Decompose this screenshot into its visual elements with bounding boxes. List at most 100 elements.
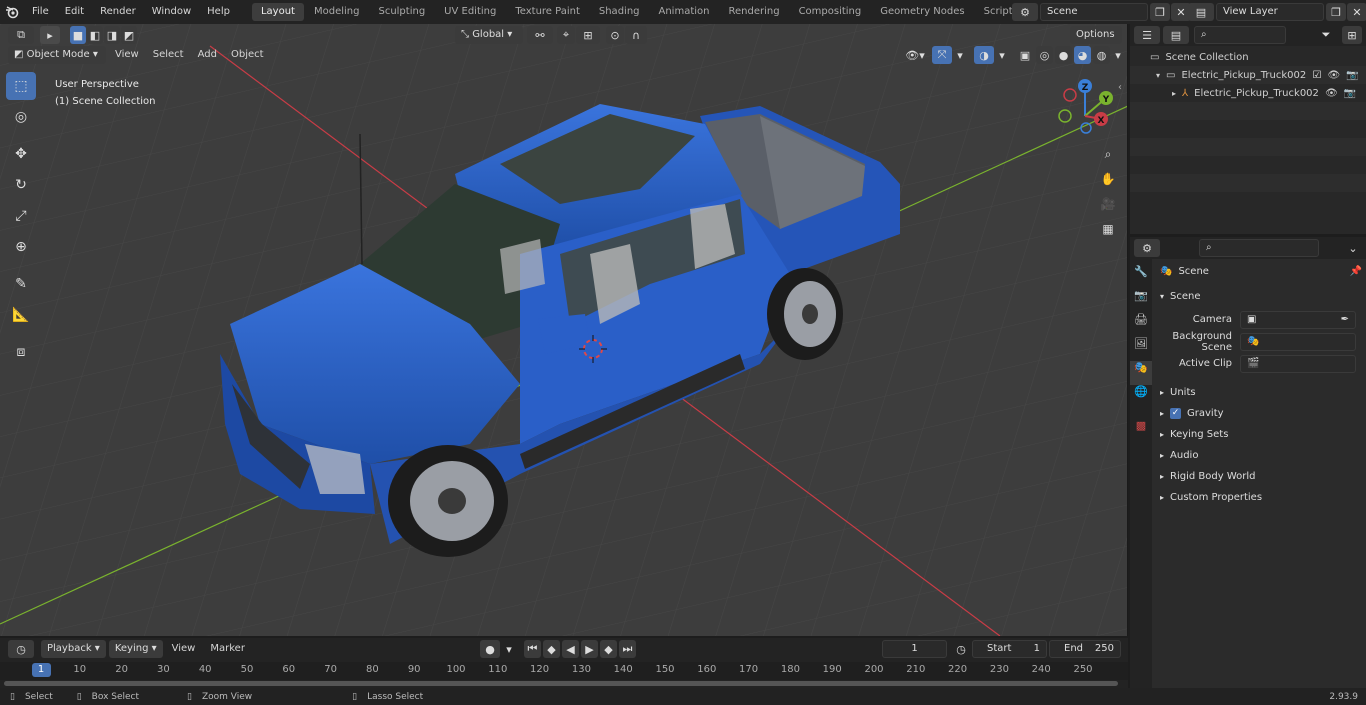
select-mode-intersect-icon[interactable]: ◩ xyxy=(121,26,137,44)
scene-icon[interactable]: ⚙ xyxy=(1012,3,1038,21)
expand-arrow-icon[interactable]: ▾ xyxy=(1156,71,1160,80)
rigid-body-expand-icon[interactable]: ▸ xyxy=(1160,472,1164,481)
gravity-panel-header[interactable]: ▸ ✓ Gravity xyxy=(1154,403,1362,424)
camera-field[interactable]: ▣ ✒ xyxy=(1240,310,1356,329)
tab-modeling[interactable]: Modeling xyxy=(305,3,369,21)
menu-edit[interactable]: Edit xyxy=(57,0,92,24)
select-box-tool-icon[interactable]: ⬚ xyxy=(6,72,36,100)
gravity-expand-icon[interactable]: ▸ xyxy=(1160,409,1164,418)
audio-panel-header[interactable]: ▸ Audio xyxy=(1154,445,1362,466)
menu-render[interactable]: Render xyxy=(92,0,144,24)
preview-range-icon[interactable]: ◷ xyxy=(952,640,970,658)
select-tool-icon[interactable]: ▸ xyxy=(40,26,60,44)
annotate-tool-icon[interactable]: ✎ xyxy=(6,270,36,298)
camera-view-icon[interactable]: 🎥 xyxy=(1096,192,1120,216)
texture-tab-icon[interactable]: ▩ xyxy=(1130,419,1152,443)
tab-shading[interactable]: Shading xyxy=(590,3,649,21)
rigid-body-panel-header[interactable]: ▸ Rigid Body World xyxy=(1154,466,1362,487)
properties-options-icon[interactable]: ⌄ xyxy=(1344,239,1362,257)
material-preview-icon[interactable]: ◕ xyxy=(1074,46,1091,64)
scene-panel-expand-icon[interactable]: ▾ xyxy=(1160,292,1164,301)
jump-start-icon[interactable]: ⏮ xyxy=(524,640,541,658)
properties-search-input[interactable]: ⌕ xyxy=(1199,239,1319,257)
viewport-menu-object[interactable]: Object xyxy=(226,46,269,64)
scene-tab-icon[interactable]: 🎭 xyxy=(1130,361,1152,385)
menu-file[interactable]: File xyxy=(24,0,57,24)
jump-end-icon[interactable]: ⏭ xyxy=(619,640,636,658)
background-scene-field[interactable]: 🎭 xyxy=(1240,332,1356,351)
record-icon[interactable]: ● xyxy=(480,640,500,658)
view-layer-tab-icon[interactable]: 🖼 xyxy=(1130,337,1152,361)
timeline-editor-icon[interactable]: ◷ xyxy=(8,640,34,658)
collapse-arrow-icon[interactable]: ▸ xyxy=(1172,89,1176,98)
viewport-menu-add[interactable]: Add xyxy=(193,46,222,64)
select-mode-new-icon[interactable]: ■ xyxy=(70,26,86,44)
object-hide-eye-icon[interactable]: 👁 xyxy=(1325,88,1338,99)
start-frame-field[interactable]: Start 1 xyxy=(972,640,1047,658)
xray-toggle-icon[interactable]: ▣ xyxy=(1016,46,1034,64)
scene-panel-header[interactable]: ▾ Scene xyxy=(1154,286,1362,307)
units-expand-icon[interactable]: ▸ xyxy=(1160,388,1164,397)
filter-icon[interactable]: ⏷ xyxy=(1313,26,1339,44)
gizmo-toggle-icon[interactable]: ⤧ xyxy=(932,46,952,64)
gravity-checkbox[interactable]: ✓ xyxy=(1170,408,1182,419)
tab-geometry-nodes[interactable]: Geometry Nodes xyxy=(871,3,973,21)
playback-dropdown[interactable]: Playback ▾ xyxy=(41,640,106,658)
new-collection-icon[interactable]: ⊞ xyxy=(1342,26,1362,44)
tab-texture-paint[interactable]: Texture Paint xyxy=(506,3,589,21)
snap-element-icon[interactable]: ⊞ xyxy=(576,26,600,44)
tab-uv-editing[interactable]: UV Editing xyxy=(435,3,505,21)
world-tab-icon[interactable]: 🌐 xyxy=(1130,385,1152,409)
select-mode-subtract-icon[interactable]: ◨ xyxy=(104,26,120,44)
object-mode-dropdown[interactable]: ◩ Object Mode ▾ xyxy=(8,46,106,64)
frame-ruler[interactable]: 1 10 20 30 40 50 60 70 80 90 100 110 120 130 140 150 160… xyxy=(0,662,1128,680)
display-mode-icon[interactable]: ▤ xyxy=(1163,26,1189,44)
menu-help[interactable]: Help xyxy=(199,0,238,24)
pin-icon[interactable]: 📌 xyxy=(1350,266,1362,277)
record-dropdown-icon[interactable]: ▾ xyxy=(502,640,516,658)
tab-rendering[interactable]: Rendering xyxy=(719,3,788,21)
next-keyframe-icon[interactable]: ◆ xyxy=(600,640,617,658)
custom-properties-expand-icon[interactable]: ▸ xyxy=(1160,493,1164,502)
add-cube-tool-icon[interactable]: ⧈ xyxy=(6,338,36,366)
overlay-dropdown-icon[interactable]: ▾ xyxy=(996,46,1008,64)
outliner-editor-icon[interactable]: ☰ xyxy=(1134,26,1160,44)
wireframe-shading-icon[interactable]: ◎ xyxy=(1036,46,1053,64)
rotate-tool-icon[interactable]: ↻ xyxy=(6,171,36,199)
editor-type-icon[interactable]: ⧉ xyxy=(8,26,34,44)
transform-tool-icon[interactable]: ⊕ xyxy=(6,233,36,261)
active-clip-field[interactable]: 🎬 xyxy=(1240,354,1356,373)
tab-animation[interactable]: Animation xyxy=(650,3,719,21)
properties-editor-icon[interactable]: ⚙ xyxy=(1134,239,1160,257)
rendered-shading-icon[interactable]: ◍ xyxy=(1093,46,1110,64)
move-tool-icon[interactable]: ✥ xyxy=(6,140,36,168)
play-icon[interactable]: ▶ xyxy=(581,640,598,658)
gizmo-dropdown-icon[interactable]: ▾ xyxy=(954,46,966,64)
end-frame-field[interactable]: End 250 xyxy=(1049,640,1121,658)
viewport-menu-view[interactable]: View xyxy=(110,46,144,64)
tab-compositing[interactable]: Compositing xyxy=(790,3,871,21)
scale-tool-icon[interactable]: ⤢ xyxy=(6,202,36,230)
new-scene-icon[interactable]: ❐ xyxy=(1150,3,1170,21)
solid-shading-icon[interactable]: ● xyxy=(1055,46,1072,64)
outliner-row-collection[interactable]: ▾ ▭ Electric_Pickup_Truck002 ☑ 👁 📷 xyxy=(1130,66,1366,84)
perspective-toggle-icon[interactable]: ▦ xyxy=(1096,217,1120,241)
pan-view-icon[interactable]: ✋ xyxy=(1096,167,1120,191)
render-camera-icon[interactable]: 📷 xyxy=(1346,70,1358,81)
keying-dropdown[interactable]: Keying ▾ xyxy=(108,640,163,658)
tool-tab-icon[interactable]: 🔧 xyxy=(1130,265,1152,289)
keying-sets-panel-header[interactable]: ▸ Keying Sets xyxy=(1154,424,1362,445)
new-view-layer-icon[interactable]: ❐ xyxy=(1326,3,1346,21)
menu-window[interactable]: Window xyxy=(144,0,199,24)
timeline-menu-view[interactable]: View xyxy=(166,640,202,658)
outliner-row-object[interactable]: ▸ ⅄ Electric_Pickup_Truck002 👁 📷 xyxy=(1130,84,1366,102)
transform-orientation-dropdown[interactable]: ⤡ Global ▾ xyxy=(455,26,523,44)
view-layer-field[interactable]: View Layer xyxy=(1216,3,1324,21)
overlay-toggle-icon[interactable]: ◑ xyxy=(974,46,994,64)
select-mode-extend-icon[interactable]: ◧ xyxy=(87,26,103,44)
shading-dropdown-icon[interactable]: ▾ xyxy=(1112,46,1124,64)
audio-expand-icon[interactable]: ▸ xyxy=(1160,451,1164,460)
custom-properties-panel-header[interactable]: ▸ Custom Properties xyxy=(1154,487,1362,508)
blender-logo-icon[interactable] xyxy=(0,5,24,19)
current-frame-field[interactable]: 1 xyxy=(882,640,947,658)
